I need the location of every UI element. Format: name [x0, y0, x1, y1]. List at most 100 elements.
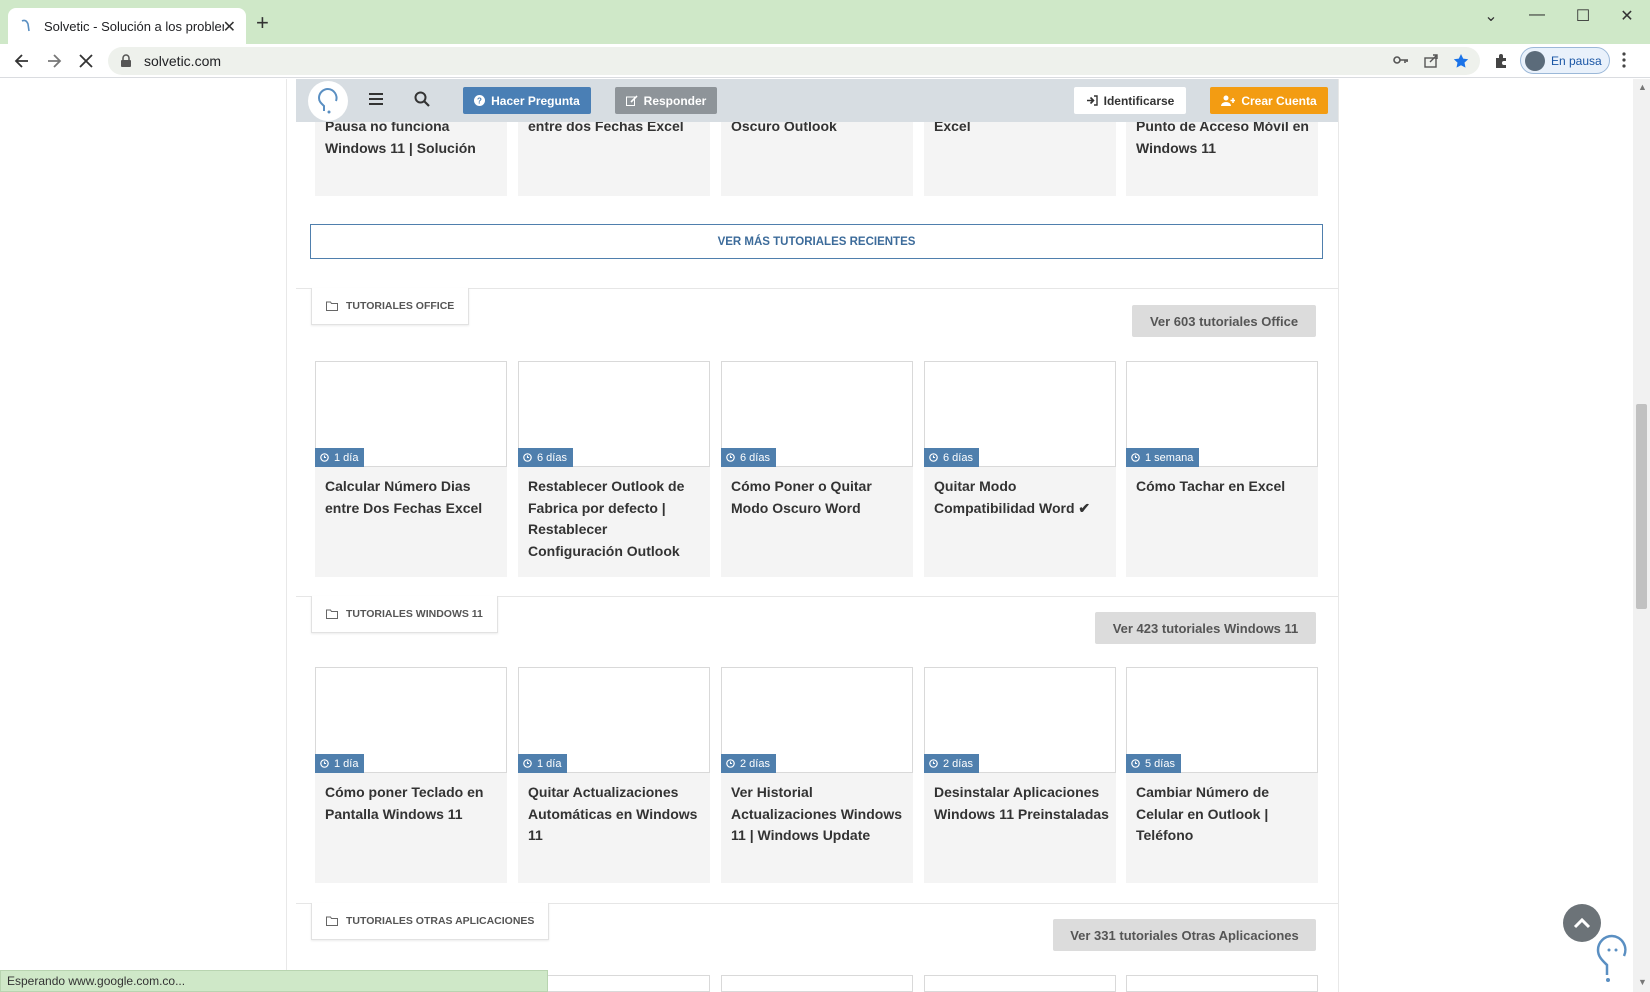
tutorial-card[interactable] [1126, 975, 1318, 992]
more-menu-icon[interactable] [1622, 52, 1626, 68]
menu-hamburger-icon[interactable] [368, 91, 384, 107]
section-tab-office[interactable]: TUTORIALES OFFICE [311, 288, 470, 325]
user-plus-icon [1221, 95, 1236, 106]
tab-title: Solvetic - Solución a los problem [44, 18, 224, 34]
tutorial-card[interactable]: 2 días Desinstalar Aplicaciones Windows … [924, 667, 1116, 883]
card-title: Punto de Acceso Móvil en Windows 11 [1136, 118, 1309, 156]
tutorial-card[interactable]: 6 días Restablecer Outlook de Fabrica po… [518, 361, 710, 577]
age-badge: 2 días [721, 754, 776, 773]
page-viewport: Pausa no funciona Windows 11 | Solución … [0, 79, 1633, 992]
tab-close-icon[interactable]: ✕ [223, 17, 236, 37]
login-button[interactable]: Identificarse [1074, 87, 1186, 114]
tutorial-card[interactable]: 1 semana Cómo Tachar en Excel [1126, 361, 1318, 577]
sign-in-icon [1086, 95, 1098, 106]
clock-icon [726, 759, 735, 768]
card-title: Cambiar Número de Celular en Outlook | T… [1136, 784, 1270, 843]
tutorial-card[interactable] [924, 975, 1116, 992]
answer-button[interactable]: Responder [615, 87, 717, 114]
view-office-tutorials-button[interactable]: Ver 603 tutoriales Office [1132, 305, 1316, 337]
profile-button[interactable]: En pausa [1520, 47, 1610, 74]
site-header: ? Hacer Pregunta Responder Identificarse… [296, 79, 1338, 122]
create-account-button[interactable]: Crear Cuenta [1210, 87, 1328, 114]
card-title: Restablecer Outlook de Fabrica por defec… [528, 478, 685, 559]
card-title: Quitar Modo Compatibilidad Word ✔ [934, 478, 1091, 516]
search-icon[interactable] [414, 91, 430, 107]
scrollbar-thumb[interactable] [1636, 404, 1647, 609]
avatar [1525, 50, 1545, 71]
edit-icon [625, 95, 638, 106]
tutorial-card[interactable]: 6 días Cómo Poner o Quitar Modo Oscuro W… [721, 361, 913, 577]
folder-icon [326, 609, 338, 619]
share-icon[interactable] [1423, 53, 1439, 69]
view-other-apps-tutorials-button[interactable]: Ver 331 tutoriales Otras Aplicaciones [1053, 919, 1316, 951]
close-window-icon[interactable]: ✕ [1604, 6, 1650, 26]
minimize-icon[interactable]: — [1514, 6, 1560, 24]
folder-icon [326, 301, 338, 311]
card-title: Desinstalar Aplicaciones Windows 11 Prei… [934, 784, 1109, 822]
view-windows-11-tutorials-button[interactable]: Ver 423 tutoriales Windows 11 [1095, 612, 1316, 644]
more-recent-tutorials-button[interactable]: VER MÁS TUTORIALES RECIENTES [310, 224, 1323, 259]
clock-icon [1131, 453, 1140, 462]
age-badge: 1 día [315, 448, 365, 467]
tutorial-card[interactable]: 2 días Ver Historial Actualizaciones Win… [721, 667, 913, 883]
age-badge: 5 días [1126, 754, 1181, 773]
page-scrollbar[interactable]: ▲ ▼ [1633, 79, 1650, 992]
age-badge: 6 días [924, 448, 979, 467]
browser-tab[interactable]: Solvetic - Solución a los problem ✕ [8, 8, 246, 44]
clock-icon [1131, 759, 1140, 768]
tutorial-card[interactable]: 1 día Calcular Número Dias entre Dos Fec… [315, 361, 507, 577]
bookmark-star-icon[interactable] [1453, 53, 1469, 69]
tab-search-icon[interactable]: ⌄ [1468, 6, 1514, 26]
back-icon[interactable] [10, 49, 34, 73]
age-badge: 1 día [315, 754, 365, 773]
clock-icon [523, 453, 532, 462]
logo-icon [317, 88, 338, 114]
section-tab-other-apps[interactable]: TUTORIALES OTRAS APLICACIONES [311, 903, 550, 940]
clock-icon [523, 759, 532, 768]
key-icon[interactable] [1393, 53, 1409, 67]
age-badge: 6 días [721, 448, 776, 467]
ask-question-button[interactable]: ? Hacer Pregunta [463, 87, 591, 114]
forward-icon[interactable] [42, 49, 66, 73]
status-bar: Esperando www.google.com.co... [0, 970, 548, 992]
card-title: Quitar Actualizaciones Automáticas en Wi… [528, 784, 698, 843]
lock-icon [121, 54, 131, 67]
clock-icon [929, 453, 938, 462]
card-title: Pausa no funciona Windows 11 | Solución [325, 118, 476, 156]
new-tab-icon[interactable]: + [256, 12, 269, 34]
clock-icon [320, 759, 329, 768]
tutorial-card[interactable]: 1 día Quitar Actualizaciones Automáticas… [518, 667, 710, 883]
clock-icon [320, 453, 329, 462]
clock-icon [726, 453, 735, 462]
tutorial-card[interactable]: 1 día Cómo poner Teclado en Pantalla Win… [315, 667, 507, 883]
card-title: Cómo poner Teclado en Pantalla Windows 1… [325, 784, 484, 822]
tutorial-card[interactable]: 5 días Cambiar Número de Celular en Outl… [1126, 667, 1318, 883]
svg-text:?: ? [477, 97, 482, 106]
profile-label: En pausa [1551, 53, 1602, 68]
question-circle-icon: ? [474, 95, 486, 106]
tutorial-card[interactable] [721, 975, 913, 992]
solvetic-favicon-icon [21, 19, 30, 32]
scroll-down-icon[interactable]: ▼ [1638, 977, 1647, 987]
solvetic-logo[interactable] [308, 81, 348, 121]
stop-loading-icon[interactable] [74, 49, 98, 73]
solvetic-mascot-icon[interactable] [1592, 930, 1632, 990]
clock-icon [929, 759, 938, 768]
extensions-icon[interactable] [1493, 53, 1509, 69]
card-title: Calcular Número Dias entre Dos Fechas Ex… [325, 478, 483, 516]
tutorial-card[interactable]: 6 días Quitar Modo Compatibilidad Word ✔ [924, 361, 1116, 577]
age-badge: 6 días [518, 448, 573, 467]
age-badge: 1 día [518, 754, 568, 773]
maximize-icon[interactable]: ☐ [1560, 6, 1606, 26]
folder-icon [326, 916, 338, 926]
age-badge: 2 días [924, 754, 979, 773]
card-title: Cómo Poner o Quitar Modo Oscuro Word [731, 478, 872, 516]
url-text: solvetic.com [144, 53, 222, 69]
section-tab-windows-11[interactable]: TUTORIALES WINDOWS 11 [311, 596, 498, 633]
scroll-up-icon[interactable]: ▲ [1638, 82, 1647, 92]
address-bar[interactable]: solvetic.com [108, 47, 1480, 75]
chevron-up-icon [1573, 917, 1591, 929]
browser-toolbar: solvetic.com En pausa [0, 44, 1650, 78]
browser-titlebar: Solvetic - Solución a los problem ✕ + ⌄ … [0, 0, 1650, 44]
age-badge: 1 semana [1126, 448, 1200, 467]
